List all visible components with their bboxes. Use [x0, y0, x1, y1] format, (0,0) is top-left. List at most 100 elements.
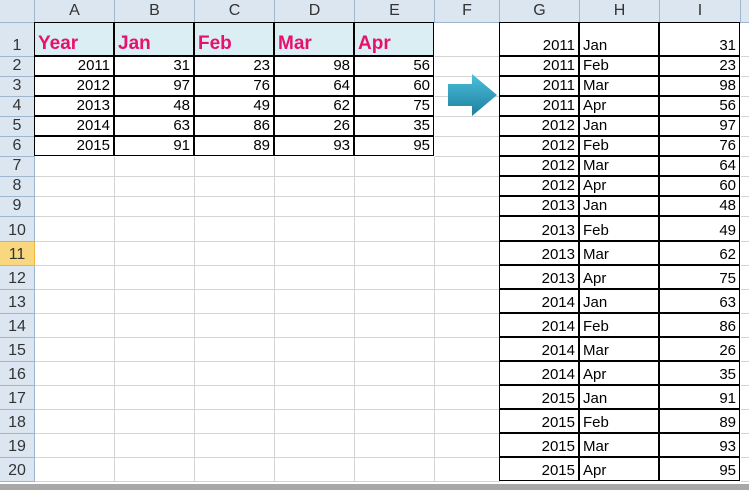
row-header-9[interactable]: 9: [0, 197, 35, 217]
result-cell[interactable]: 2011: [499, 56, 579, 76]
result-cell[interactable]: 76: [659, 136, 740, 156]
result-cell[interactable]: Jan: [579, 385, 659, 409]
cell[interactable]: [275, 362, 355, 386]
table-cell[interactable]: 62: [274, 96, 354, 116]
row-header-7[interactable]: 7: [0, 157, 35, 177]
result-cell[interactable]: 91: [659, 385, 740, 409]
cell[interactable]: [275, 338, 355, 362]
cell[interactable]: [741, 266, 749, 290]
cell[interactable]: [195, 177, 275, 197]
table-cell[interactable]: 86: [194, 116, 274, 136]
cell[interactable]: [275, 458, 355, 482]
result-cell[interactable]: 2012: [499, 156, 579, 176]
result-cell[interactable]: 93: [659, 433, 740, 457]
column-header-F[interactable]: F: [435, 0, 500, 23]
table-cell[interactable]: 2014: [34, 116, 114, 136]
cell[interactable]: [115, 242, 195, 266]
result-cell[interactable]: 63: [659, 289, 740, 313]
cell[interactable]: [435, 290, 500, 314]
result-cell[interactable]: 31: [659, 22, 740, 56]
cell[interactable]: [741, 177, 749, 197]
row-header-19[interactable]: 19: [0, 434, 35, 458]
result-cell[interactable]: 26: [659, 337, 740, 361]
cell[interactable]: [35, 434, 115, 458]
cell[interactable]: [275, 157, 355, 177]
column-header-C[interactable]: C: [195, 0, 275, 23]
cell[interactable]: [35, 242, 115, 266]
column-header-I[interactable]: I: [660, 0, 741, 23]
table-cell[interactable]: 2015: [34, 136, 114, 156]
table-cell[interactable]: 95: [354, 136, 434, 156]
cell[interactable]: [195, 362, 275, 386]
row-header-6[interactable]: 6: [0, 137, 35, 157]
cell[interactable]: [115, 177, 195, 197]
cell[interactable]: [741, 117, 749, 137]
cell[interactable]: [741, 458, 749, 482]
result-cell[interactable]: Mar: [579, 433, 659, 457]
result-cell[interactable]: 48: [659, 196, 740, 216]
cell[interactable]: [741, 314, 749, 338]
result-cell[interactable]: Feb: [579, 56, 659, 76]
result-cell[interactable]: Jan: [579, 289, 659, 313]
cell[interactable]: [275, 217, 355, 242]
cell[interactable]: [195, 290, 275, 314]
cell[interactable]: [435, 338, 500, 362]
row-header-14[interactable]: 14: [0, 314, 35, 338]
table-cell[interactable]: 63: [114, 116, 194, 136]
cell[interactable]: [741, 362, 749, 386]
cell[interactable]: [355, 410, 435, 434]
table-cell[interactable]: 23: [194, 56, 274, 76]
cell[interactable]: [275, 434, 355, 458]
result-cell[interactable]: 2014: [499, 337, 579, 361]
table-cell[interactable]: 60: [354, 76, 434, 96]
cell[interactable]: [195, 217, 275, 242]
table-header-cell[interactable]: Mar: [274, 22, 354, 56]
table-cell[interactable]: 48: [114, 96, 194, 116]
spreadsheet-grid[interactable]: A B C D E F G H I 1 2 3 4 5 6 7 8 9 10 11 12 13 14 15 16 17 18 19 20…: [0, 0, 749, 490]
result-cell[interactable]: 2012: [499, 116, 579, 136]
table-cell[interactable]: 89: [194, 136, 274, 156]
cell[interactable]: [741, 434, 749, 458]
cell[interactable]: [741, 137, 749, 157]
cell[interactable]: [115, 338, 195, 362]
cell[interactable]: [435, 458, 500, 482]
cell[interactable]: [35, 266, 115, 290]
result-cell[interactable]: Mar: [579, 337, 659, 361]
column-header-H[interactable]: H: [580, 0, 660, 23]
cell[interactable]: [35, 177, 115, 197]
result-cell[interactable]: 97: [659, 116, 740, 136]
table-cell[interactable]: 76: [194, 76, 274, 96]
cell[interactable]: [195, 458, 275, 482]
row-header-12[interactable]: 12: [0, 266, 35, 290]
cell[interactable]: [355, 177, 435, 197]
result-cell[interactable]: Feb: [579, 136, 659, 156]
cell[interactable]: [435, 23, 500, 57]
result-cell[interactable]: Feb: [579, 409, 659, 433]
row-header-20[interactable]: 20: [0, 458, 35, 482]
row-header-10[interactable]: 10: [0, 217, 35, 242]
table-cell[interactable]: 2012: [34, 76, 114, 96]
cell[interactable]: [35, 338, 115, 362]
result-cell[interactable]: 2013: [499, 265, 579, 289]
cell[interactable]: [35, 410, 115, 434]
cell[interactable]: [195, 410, 275, 434]
cell[interactable]: [35, 314, 115, 338]
cell[interactable]: [435, 434, 500, 458]
cell[interactable]: [435, 386, 500, 410]
cell[interactable]: [741, 97, 749, 117]
table-header-cell[interactable]: Apr: [354, 22, 434, 56]
cell[interactable]: [115, 197, 195, 217]
cell[interactable]: [35, 290, 115, 314]
result-cell[interactable]: 86: [659, 313, 740, 337]
cell[interactable]: [195, 338, 275, 362]
cell[interactable]: [355, 434, 435, 458]
cell[interactable]: [355, 266, 435, 290]
cell[interactable]: [435, 314, 500, 338]
cell[interactable]: [355, 386, 435, 410]
cell[interactable]: [115, 362, 195, 386]
table-header-cell[interactable]: Year: [34, 22, 114, 56]
result-cell[interactable]: 35: [659, 361, 740, 385]
cell[interactable]: [195, 386, 275, 410]
row-header-1[interactable]: 1: [0, 23, 35, 57]
result-cell[interactable]: 62: [659, 241, 740, 265]
